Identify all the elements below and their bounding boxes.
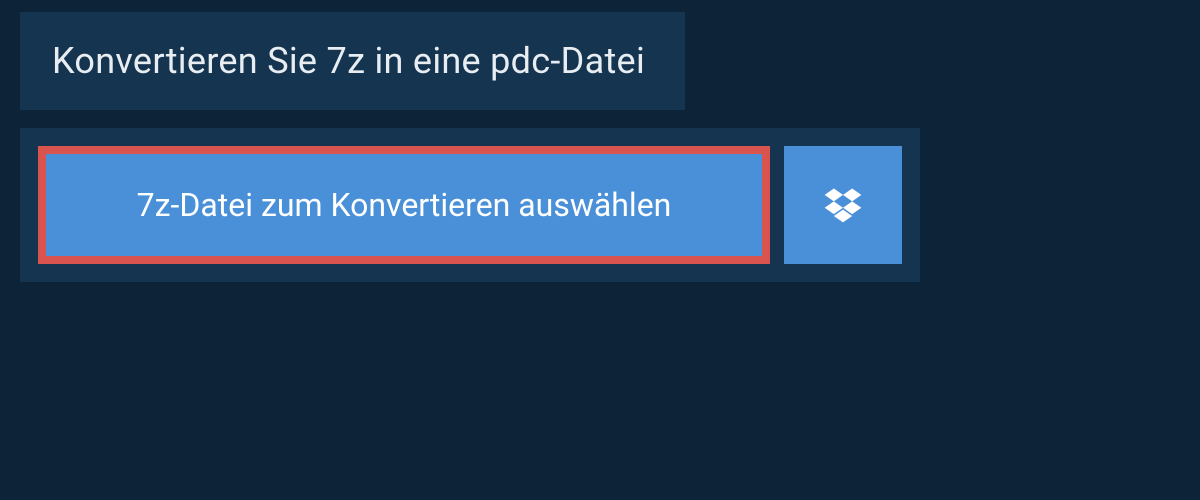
header-bar: Konvertieren Sie 7z in eine pdc-Datei [20,12,685,110]
dropbox-button[interactable] [784,146,902,264]
select-file-button[interactable]: 7z-Datei zum Konvertieren auswählen [38,146,770,264]
page-title: Konvertieren Sie 7z in eine pdc-Datei [52,40,645,82]
action-panel: 7z-Datei zum Konvertieren auswählen [20,128,920,282]
select-file-label: 7z-Datei zum Konvertieren auswählen [137,186,672,224]
dropbox-icon [821,183,865,227]
